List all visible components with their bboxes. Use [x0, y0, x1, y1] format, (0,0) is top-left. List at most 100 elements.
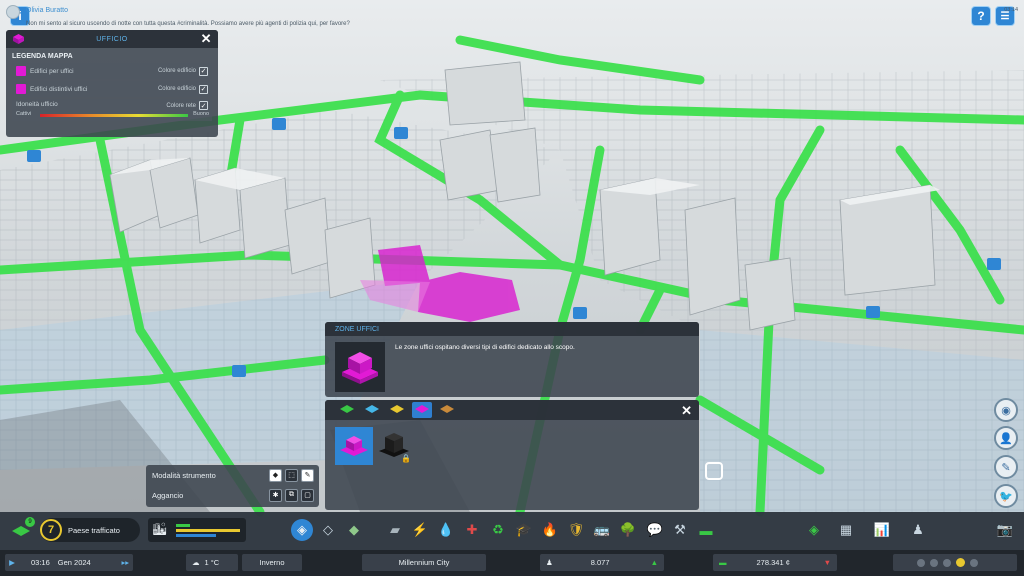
- landscaping-button[interactable]: ◆: [344, 520, 364, 540]
- policies-button[interactable]: ♟: [908, 520, 928, 540]
- areas-button[interactable]: ◇: [318, 520, 338, 540]
- snap-grid-icon[interactable]: ▢: [301, 488, 314, 502]
- tool-mode-row: Modalità strumento ◆ ⬚ ✎: [146, 465, 319, 485]
- tab-commercial[interactable]: [362, 402, 382, 418]
- tab-residential[interactable]: [337, 402, 357, 418]
- checkbox[interactable]: ✓: [199, 84, 208, 94]
- education-button[interactable]: 🎓: [514, 520, 534, 540]
- water-button[interactable]: 💧: [436, 520, 456, 540]
- bulldoze-icon: ▬: [699, 522, 713, 538]
- milestone-number: 7: [40, 519, 62, 541]
- zoning-button[interactable]: ◈: [291, 519, 313, 541]
- xp-bar-2: [176, 529, 240, 532]
- tab-office[interactable]: [412, 402, 432, 418]
- office-color-swatch: [16, 84, 26, 94]
- game-time: 03:16: [31, 558, 50, 567]
- education-icon: 🎓: [515, 522, 533, 537]
- temperature: 1 °C: [204, 558, 220, 567]
- development-points-button[interactable]: 9: [10, 517, 35, 540]
- checkbox[interactable]: ✓: [199, 66, 208, 76]
- chirper-text: Non mi sento al sicuro uscendo di notte …: [26, 21, 350, 27]
- happiness-widget[interactable]: [893, 554, 1017, 571]
- suitability-option: Colore rete: [166, 102, 196, 109]
- smiley-icon: [956, 558, 965, 567]
- legend-subtitle: LEGENDA MAPPA: [12, 53, 73, 60]
- chirper-time: 03:14: [1004, 7, 1018, 13]
- suitability-good-label: Buono: [193, 111, 209, 117]
- money-icon: ▬: [719, 558, 727, 567]
- zone-title: ZONE UFFICI: [325, 322, 699, 336]
- health-button[interactable]: ✚: [462, 520, 482, 540]
- status-bar: ▶ 03:16 Gen 2024 ▸▸ ☁ 1 °C Inverno Mille…: [0, 550, 1024, 576]
- weather-widget: ☁ 1 °C: [186, 554, 238, 571]
- chat-icon: 💬: [646, 522, 664, 537]
- tool-mode-label: Modalità strumento: [152, 470, 216, 480]
- bulldozer-button[interactable]: ▬: [696, 520, 716, 540]
- areas-icon: ◇: [323, 522, 333, 537]
- map-button[interactable]: ▦: [836, 520, 856, 540]
- happiness-dot-icon: [970, 558, 978, 567]
- zoning-icon: ◈: [297, 522, 307, 537]
- population-widget[interactable]: ♟ 8.077 ▲: [540, 554, 664, 571]
- park-icon: 🌳: [619, 522, 637, 537]
- snap-row: Aggancio ✱ ⧉ ▢: [146, 485, 319, 505]
- roads-button[interactable]: ▰: [385, 520, 405, 540]
- legend-row-label: Edifici per uffici: [30, 67, 74, 75]
- photo-mode-button[interactable]: 📷: [995, 520, 1015, 540]
- citizens-button[interactable]: 👤: [994, 426, 1018, 450]
- fill-tool-icon[interactable]: ◆: [269, 468, 282, 482]
- garbage-button[interactable]: ♻: [488, 520, 508, 540]
- police-button[interactable]: 🛡: [566, 520, 586, 540]
- legend-row-option: Colore edificio: [157, 86, 196, 92]
- water-drop-icon: 💧: [437, 522, 455, 537]
- brush-tool-icon[interactable]: ✎: [301, 468, 314, 482]
- tab-mixed[interactable]: [437, 402, 457, 418]
- milestone-widget[interactable]: 7 Paese trafficato: [40, 518, 140, 542]
- road-icon: ▰: [390, 522, 400, 537]
- parks-button[interactable]: 🌳: [618, 520, 638, 540]
- money-widget[interactable]: ▬ 278.341 ¢ ▼: [713, 554, 837, 571]
- snap-all-icon[interactable]: ✱: [269, 488, 282, 502]
- office-low-zone-button[interactable]: [335, 427, 373, 465]
- radio-button[interactable]: ◉: [994, 398, 1018, 422]
- electricity-button[interactable]: ⚡: [410, 520, 430, 540]
- communications-button[interactable]: 💬: [645, 520, 665, 540]
- trend-down-icon: ▼: [823, 558, 831, 567]
- economy-icon: ◈: [809, 522, 819, 537]
- chirper-author[interactable]: Olivia Buratto: [26, 7, 68, 14]
- zone-description: Le zone uffici ospitano diversi tipi di …: [395, 344, 575, 351]
- tools-close-button[interactable]: ✕: [681, 404, 692, 417]
- notes-button[interactable]: ✎: [994, 455, 1018, 479]
- radio-icon: ◉: [1001, 404, 1011, 417]
- camera-icon: 📷: [996, 522, 1014, 537]
- zone-tabs: [325, 400, 699, 420]
- fire-button[interactable]: 🔥: [540, 520, 560, 540]
- happiness-dot-icon: [930, 558, 938, 567]
- play-icon[interactable]: ▶: [5, 558, 19, 567]
- policies-icon: ♟: [912, 522, 924, 537]
- chirper-icon: 🐦: [999, 490, 1013, 503]
- legend-row-signature-offices: Edifici distintivi uffici Colore edifici…: [12, 81, 212, 97]
- snap-road-icon[interactable]: ⧉: [285, 488, 298, 502]
- suitability-bad-label: Cattivi: [16, 111, 32, 117]
- commercial-zone-icon: [365, 405, 379, 413]
- game-date: Gen 2024: [57, 558, 91, 567]
- tab-industrial[interactable]: [387, 402, 407, 418]
- industrial-zone-icon: [390, 405, 404, 413]
- marquee-tool-icon[interactable]: ⬚: [285, 468, 298, 482]
- office-zone-tab-icon: [415, 405, 429, 413]
- office-high-zone-button[interactable]: 🔒: [375, 427, 413, 465]
- police-badge-icon: 🛡: [567, 522, 585, 537]
- economy-button[interactable]: ◈: [804, 520, 824, 540]
- landscaping-tools-button[interactable]: ⚒: [670, 520, 690, 540]
- checkbox[interactable]: ✓: [199, 101, 208, 110]
- chirper-button[interactable]: 🐦: [994, 484, 1018, 508]
- speed-icon[interactable]: ▸▸: [121, 558, 129, 567]
- population-icon: ♟: [546, 558, 553, 567]
- office-zone-preview: [335, 342, 385, 392]
- city-name[interactable]: Millennium City: [362, 554, 486, 571]
- statistics-button[interactable]: 📊: [872, 520, 892, 540]
- transport-button[interactable]: 🚌: [592, 520, 612, 540]
- legend-close-button[interactable]: ✕: [201, 32, 212, 45]
- zone-tools-panel: ✕ 🔒: [325, 400, 699, 510]
